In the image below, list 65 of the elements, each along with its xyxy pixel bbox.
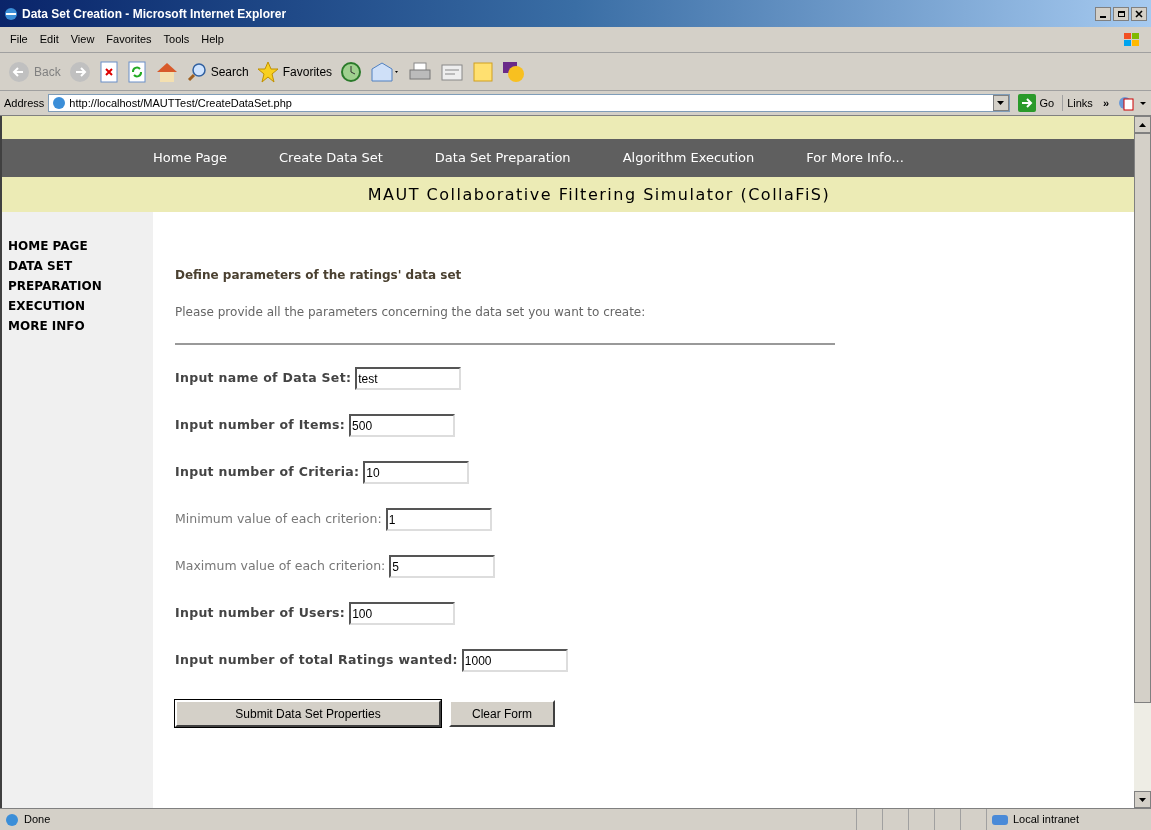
field-label: Input name of Data Set: xyxy=(175,369,352,388)
input-field[interactable]: 10 xyxy=(363,461,470,484)
search-button[interactable]: Search xyxy=(186,61,249,82)
nav-link[interactable]: Data Set Preparation xyxy=(434,148,571,168)
printer-icon[interactable] xyxy=(408,60,433,83)
up-arrow-icon xyxy=(1139,122,1146,127)
scroll-thumb[interactable] xyxy=(1134,133,1151,703)
input-field[interactable]: 1 xyxy=(385,508,492,531)
field-label: Input number of Items: xyxy=(175,416,346,435)
intro-text: Please provide all the parameters concerning the data set you want to create: xyxy=(175,304,647,321)
close-icon xyxy=(1135,9,1143,18)
address-field[interactable]: http://localhost/MAUTTest/CreateDataSet.php xyxy=(48,94,1010,112)
down-arrow-icon xyxy=(1139,797,1146,802)
page-icon xyxy=(4,811,20,828)
sidebar-link[interactable]: HOME PAGE xyxy=(8,236,153,256)
nav-link[interactable]: Create Data Set xyxy=(279,148,383,168)
dropdown-button[interactable] xyxy=(992,95,1009,111)
field-label: Maximum value of each criterion: xyxy=(175,557,386,576)
sidebar-link[interactable]: PREPARATION xyxy=(8,276,153,296)
section-heading: Define parameters of the ratings' data set xyxy=(175,267,463,284)
restore-button[interactable] xyxy=(1113,6,1129,21)
menu-item[interactable]: Tools xyxy=(157,31,196,48)
input-field[interactable]: test xyxy=(355,367,462,390)
links-button[interactable]: Links » xyxy=(1062,94,1113,112)
stop-icon[interactable] xyxy=(98,60,119,83)
status-text: Done xyxy=(24,812,52,828)
menu-item[interactable]: Help xyxy=(195,31,230,48)
page-icon xyxy=(51,95,68,111)
menu-item[interactable]: Favorites xyxy=(100,31,158,48)
field-label: Input number of Criteria: xyxy=(175,463,360,482)
pdf-icon[interactable] xyxy=(1117,94,1147,112)
site-title: MAUT Collaborative Filtering Simulator (CollaFiS) xyxy=(367,183,831,206)
star-icon xyxy=(256,60,279,83)
close-button[interactable] xyxy=(1131,6,1147,21)
nav-link[interactable]: For More Info... xyxy=(806,148,904,168)
minimize-button[interactable] xyxy=(1095,6,1111,21)
submit-button[interactable]: Submit Data Set Properties xyxy=(175,700,441,727)
sidebar-link[interactable]: EXECUTION xyxy=(8,296,153,316)
menu-item[interactable]: Edit xyxy=(33,31,65,48)
field-label: Minimum value of each criterion: xyxy=(175,510,382,529)
clear-button[interactable]: Clear Form xyxy=(449,700,555,727)
nav-link[interactable]: Algorithm Execution xyxy=(622,148,755,168)
favorites-button[interactable]: Favorites xyxy=(256,60,333,83)
field-label: Input number of Users: xyxy=(175,604,346,623)
address-label: Address xyxy=(4,95,45,111)
input-field[interactable]: 500 xyxy=(349,414,456,437)
caret-icon xyxy=(997,101,1004,105)
input-field[interactable]: 5 xyxy=(389,555,496,578)
window-title: Data Set Creation - Microsoft Internet Explorer xyxy=(22,5,288,23)
field-label: Input number of total Ratings wanted: xyxy=(175,651,458,670)
refresh-icon[interactable] xyxy=(126,60,147,83)
go-button[interactable]: Go xyxy=(1013,94,1059,112)
menu-item[interactable]: View xyxy=(64,31,101,48)
sidebar-link[interactable]: DATA SET xyxy=(8,256,153,276)
browser-icon xyxy=(4,6,18,21)
menu-item[interactable]: File xyxy=(4,31,34,48)
sidebar-link[interactable]: MORE INFO xyxy=(8,316,153,336)
input-field[interactable]: 1000 xyxy=(461,649,568,672)
scroll-up-button[interactable] xyxy=(1134,116,1151,133)
nav-link[interactable]: Home Page xyxy=(153,148,227,168)
history-icon[interactable] xyxy=(340,60,363,83)
scroll-down-button[interactable] xyxy=(1134,791,1151,808)
search-icon xyxy=(186,61,207,82)
zone-text: Local intranet xyxy=(1013,812,1080,828)
input-field[interactable]: 100 xyxy=(349,602,456,625)
